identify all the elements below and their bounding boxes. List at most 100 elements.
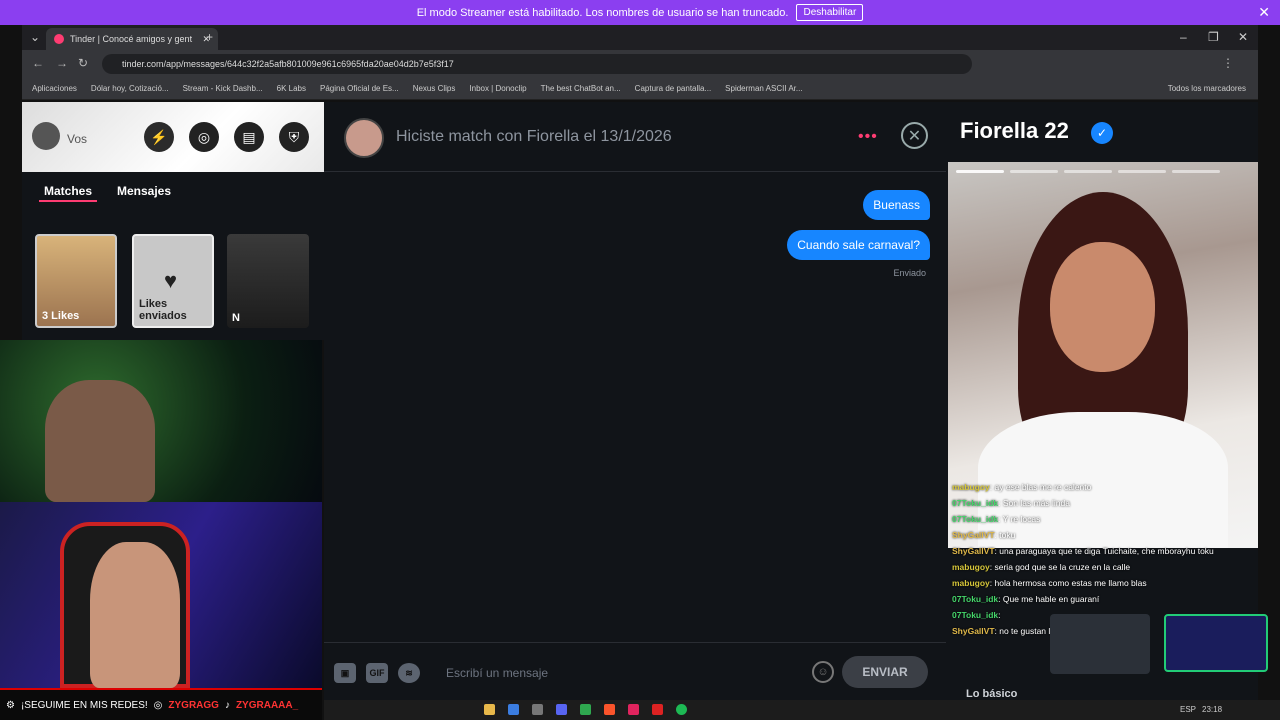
browser-tab-strip: ⌄ Tinder | Conocé amigos y gent ✕ + – ❐ … [22,25,1258,50]
avatar[interactable] [344,118,384,158]
verified-icon: ✓ [1091,122,1113,144]
avatar[interactable] [32,122,60,150]
bookmark-item[interactable]: Stream - Kick Dashb... [183,84,263,93]
media-icon[interactable] [628,704,639,715]
chat-line: 07Toku_idk: Son las más linda [952,498,1070,508]
photo-progress-bar [956,170,1004,173]
app-icon[interactable] [532,704,543,715]
compose-bar: ▣ GIF ≋ Escribí un mensaje ☺ ENVIAR [324,642,946,700]
streamer-silhouette [90,542,180,688]
disable-streamer-button[interactable]: Deshabilitar [796,4,864,21]
photo-progress-bar [1172,170,1220,173]
bookmark-item[interactable]: Aplicaciones [32,84,77,93]
bookmark-item[interactable]: Inbox | Donoclip [469,84,526,93]
instagram-icon: ◎ [153,699,163,711]
window-close-icon[interactable]: ✕ [1238,30,1248,44]
likes-card-label: 3 Likes [42,310,80,322]
all-bookmarks[interactable]: Todos los marcadores [1168,84,1246,93]
taskbar: ESP 23:18 [324,700,1280,720]
forward-icon[interactable]: → [56,56,68,70]
spotify-icon[interactable] [676,704,687,715]
profile-header: Vos ⚡ ◎ ▤ ⛨ [22,102,324,172]
explore-icon[interactable]: ◎ [189,122,219,152]
more-options-icon[interactable]: ••• [858,128,878,146]
streamer-mode-banner: El modo Streamer está habilitado. Los no… [0,0,1280,25]
match-card-label: N [232,312,240,324]
photo-subject-face [1050,242,1155,372]
tab-tinder[interactable]: Tinder | Conocé amigos y gent ✕ [46,28,218,50]
send-button[interactable]: ENVIAR [842,656,928,688]
follow-text: ¡SEGUIME EN MIS REDES! [20,699,148,711]
new-tab-icon[interactable]: + [206,30,213,44]
tab-indicator [39,200,97,202]
bookmark-item[interactable]: Nexus Clips [413,84,456,93]
emoji-icon[interactable]: ☺ [812,661,834,683]
bookmark-item[interactable]: Página Oficial de Es... [320,84,399,93]
address-bar[interactable]: tinder.com/app/messages/644c32f2a5afb801… [102,54,972,74]
likes-sent-card[interactable]: ♥ Likes enviados [132,234,214,328]
chrome-icon[interactable] [580,704,591,715]
language-indicator[interactable]: ESP [1180,705,1196,714]
discord-icon[interactable] [556,704,567,715]
tiktok-icon: ♪ [224,699,230,711]
steam-icon[interactable] [508,704,519,715]
message-bubble: Buenass [863,190,930,220]
bookmark-item[interactable]: Dólar hoy, Cotizació... [91,84,169,93]
back-icon[interactable]: ← [32,56,44,70]
match-info: Hiciste match con Fiorella el 13/1/2026 [396,128,672,145]
chat-line: 07Toku_idk: Y re locas [952,514,1041,524]
contact-card-icon[interactable]: ▣ [334,663,356,683]
gear-icon: ⚙ [6,699,15,711]
menu-icon[interactable]: ⋮ [1222,56,1234,70]
url-text: tinder.com/app/messages/644c32f2a5afb801… [122,59,454,69]
bookmark-item[interactable]: 6K Labs [277,84,306,93]
briefcase-icon[interactable]: ▤ [234,122,264,152]
browser-toolbar: ← → ↻ tinder.com/app/messages/644c32f2a5… [22,50,1258,78]
gif-button[interactable]: GIF [366,663,388,683]
bookmarks-bar: Aplicaciones Dólar hoy, Cotizació... Str… [22,78,1258,100]
restore-icon[interactable]: ❐ [1208,30,1219,44]
match-card[interactable]: N [227,234,309,328]
instagram-handle: ZYGRAGG [168,699,219,711]
tab-title: Tinder | Conocé amigos y gent [70,34,193,44]
shield-icon[interactable]: ⛨ [279,122,309,152]
chat-line: ShyGallVT: una paraguaya que te diga Tui… [952,546,1214,556]
tab-mensajes[interactable]: Mensajes [117,184,171,198]
profile-panel: Fiorella 22 ✓ mabugoy: ay ese blas me re… [946,102,1268,700]
streamer-mode-message: El modo Streamer está habilitado. Los no… [416,6,789,19]
tinder-favicon-icon [54,34,64,44]
likes-sent-label: Likes enviados [139,298,187,322]
minimize-icon[interactable]: – [1180,30,1187,44]
message-status: Enviado [893,268,926,278]
bookmark-item[interactable]: Captura de pantalla... [635,84,712,93]
photo-progress-bar [1010,170,1058,173]
tab-search-icon[interactable]: ⌄ [30,30,40,44]
boost-icon[interactable]: ⚡ [144,122,174,152]
brave-icon[interactable] [604,704,615,715]
chat-line: 07Toku_idk: Que me hable en guaraní [952,594,1100,604]
tiktok-handle: ZYGRAAAA_ [235,699,299,711]
bookmark-item[interactable]: Spiderman ASCII Ar... [725,84,802,93]
chat-line: mabugoy: ay ese blas me re calento [952,482,1092,492]
streamer-silhouette [45,380,155,502]
close-icon[interactable]: ✕ [1258,4,1270,21]
close-chat-icon[interactable]: ✕ [901,122,928,149]
webcam-feed-2 [0,502,322,688]
record-icon[interactable] [652,704,663,715]
user-name[interactable]: Vos [67,132,87,146]
webcam-feed-1 [0,340,322,502]
spotify-icon[interactable]: ≋ [398,663,420,683]
section-basics: Lo básico [966,688,1018,700]
likes-card[interactable]: 3 Likes [35,234,117,328]
heart-icon: ♥ [164,268,178,293]
profile-name: Fiorella 22 [960,118,1069,143]
chat-line: mabugoy: hola hermosa como estas me llam… [952,578,1147,588]
chat-line: ShyGallVT: toku [952,530,1016,540]
message-input[interactable]: Escribí un mensaje [446,666,548,680]
photo-progress-bar [1064,170,1112,173]
reload-icon[interactable]: ↻ [78,56,88,70]
tab-matches[interactable]: Matches [44,184,92,198]
bookmark-item[interactable]: The best ChatBot an... [541,84,621,93]
clock[interactable]: 23:18 [1202,705,1222,714]
file-explorer-icon[interactable] [484,704,495,715]
